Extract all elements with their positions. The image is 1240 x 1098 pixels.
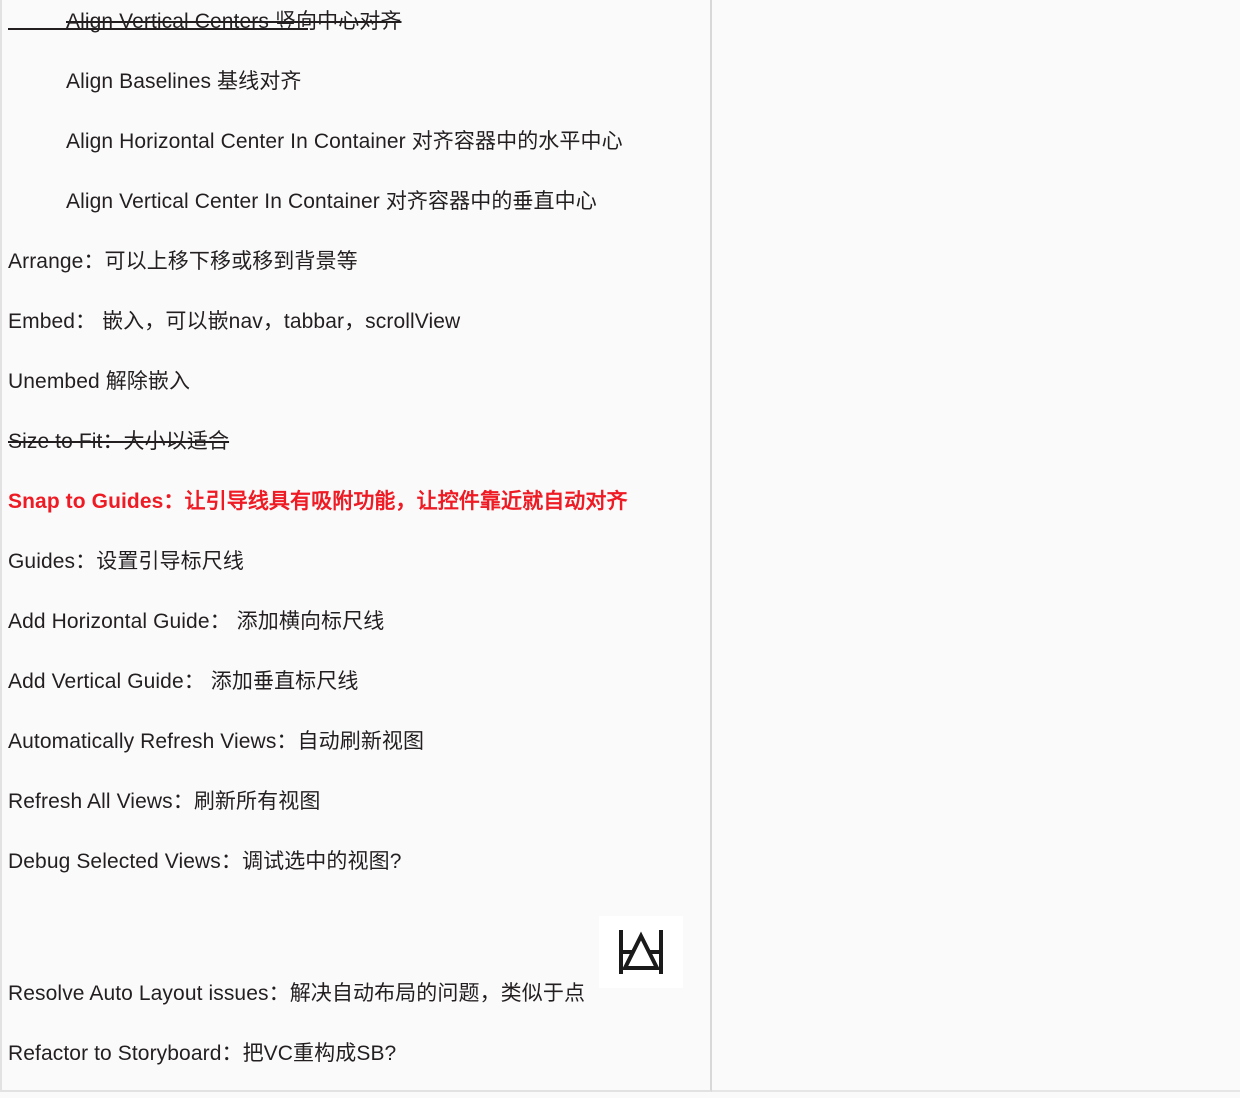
note-line-align-vertical-centers: Align Vertical Centers 竖向中心对齐 xyxy=(66,10,402,33)
note-line-embed: Embed： 嵌入，可以嵌nav，tabbar，scrollView xyxy=(8,310,461,333)
note-line-automatically-refresh-views: Automatically Refresh Views：自动刷新视图 xyxy=(8,730,425,753)
note-line-snap-to-guides: Snap to Guides：让引导线具有吸附功能，让控件靠近就自动对齐 xyxy=(8,490,628,513)
note-line-arrange: Arrange：可以上移下移或移到背景等 xyxy=(8,250,358,273)
note-line-resolve-auto-layout-issues: Resolve Auto Layout issues：解决自动布局的问题，类似于… xyxy=(8,982,586,1005)
note-line-guides: Guides：设置引导标尺线 xyxy=(8,550,244,573)
note-line-add-vertical-guide: Add Vertical Guide： 添加垂直标尺线 xyxy=(8,670,359,693)
note-text-column: Align Vertical Centers 竖向中心对齐 Align Base… xyxy=(0,0,712,1092)
resolve-auto-layout-issues-icon xyxy=(599,916,683,988)
empty-right-pane xyxy=(712,0,1240,1092)
note-page: Align Vertical Centers 竖向中心对齐 Align Base… xyxy=(0,0,1240,1098)
note-line-refresh-all-views: Refresh All Views：刷新所有视图 xyxy=(8,790,321,813)
note-line-align-horizontal-center-in-container: Align Horizontal Center In Container 对齐容… xyxy=(66,130,623,153)
note-line-refactor-to-storyboard: Refactor to Storyboard：把VC重构成SB? xyxy=(8,1042,397,1065)
note-line-size-to-fit: Size to Fit：大小以适合 xyxy=(8,430,230,453)
note-line-debug-selected-views: Debug Selected Views：调试选中的视图? xyxy=(8,850,402,873)
note-line-align-baselines: Align Baselines 基线对齐 xyxy=(66,70,302,93)
note-line-align-vertical-center-in-container: Align Vertical Center In Container 对齐容器中… xyxy=(66,190,597,213)
note-line-unembed: Unembed 解除嵌入 xyxy=(8,370,191,393)
note-line-add-horizontal-guide: Add Horizontal Guide： 添加横向标尺线 xyxy=(8,610,385,633)
